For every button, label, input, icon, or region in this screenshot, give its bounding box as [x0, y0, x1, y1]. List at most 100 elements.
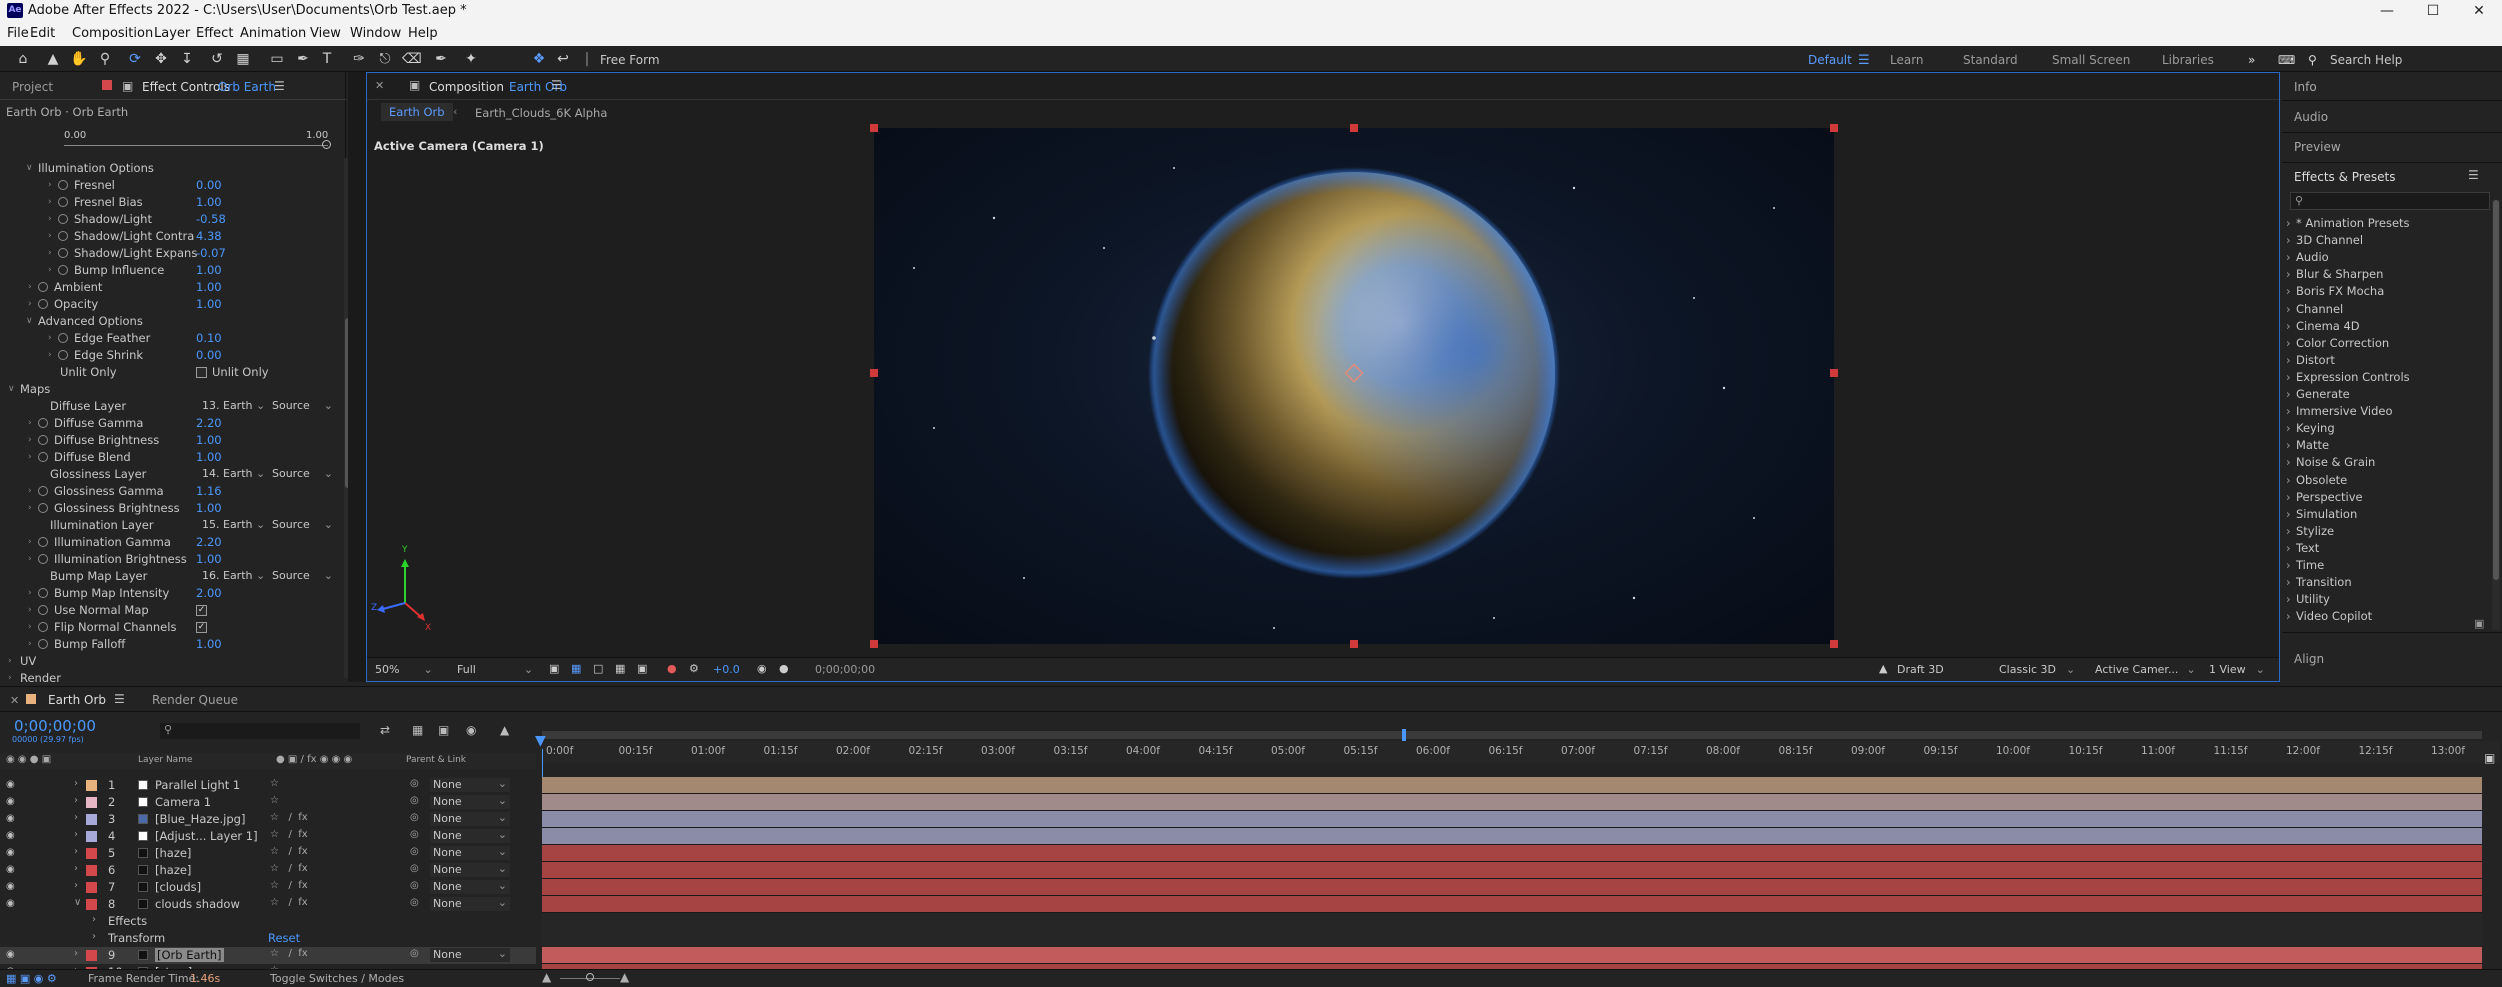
effect-param-value[interactable]: 2.20	[196, 416, 222, 430]
label-color-swatch[interactable]	[86, 950, 97, 961]
twirl-icon[interactable]: ›	[48, 265, 52, 275]
effect-param-value[interactable]: 1.00	[196, 297, 222, 311]
composition-tab-label[interactable]: Composition	[429, 80, 504, 94]
dolly-tool-icon[interactable]: ↧	[178, 50, 196, 68]
twirl-icon[interactable]: ›	[8, 656, 12, 666]
effect-category-item[interactable]: Noise & Grain	[2286, 455, 2375, 469]
effect-category-item[interactable]: Video Copilot	[2286, 609, 2372, 623]
twirl-icon[interactable]: ∨	[26, 316, 33, 326]
stopwatch-icon[interactable]	[38, 299, 48, 309]
align-panel-tab[interactable]: Align	[2294, 652, 2324, 666]
layer-dropdown[interactable]: 16. Earth ⌄	[202, 569, 265, 585]
stopwatch-icon[interactable]	[38, 605, 48, 615]
home-icon[interactable]: ⌂	[14, 50, 32, 68]
effect-row[interactable]: › Glossiness Gamma 1.16	[0, 483, 340, 500]
stopwatch-icon[interactable]	[38, 486, 48, 496]
effect-row[interactable]: › UV	[0, 653, 340, 670]
snapshot-icon[interactable]: ◉	[757, 662, 767, 678]
twirl-icon[interactable]: ›	[48, 333, 52, 343]
effect-category-item[interactable]: Color Correction	[2286, 336, 2389, 350]
effect-category-item[interactable]: Channel	[2286, 302, 2343, 316]
checkbox[interactable]: ✓	[196, 622, 207, 633]
effect-param-value[interactable]: 2.20	[196, 535, 222, 549]
parent-dropdown[interactable]: None ⌄	[430, 879, 510, 894]
visibility-eye-icon[interactable]: ◉	[6, 830, 15, 841]
twirl-icon[interactable]: ∨	[8, 384, 15, 394]
zoom-in-icon[interactable]: ▲	[620, 970, 629, 984]
layer-switches[interactable]: ☆ / fx	[270, 948, 308, 959]
layer-name-header[interactable]: Layer Name	[138, 755, 193, 765]
layer-duration-bar[interactable]	[542, 879, 2482, 896]
label-color-swatch[interactable]	[86, 814, 97, 825]
effect-lock-icon[interactable]	[102, 80, 112, 90]
layer-name[interactable]: [clouds]	[155, 880, 201, 894]
parent-dropdown[interactable]: None ⌄	[430, 777, 510, 792]
shy-icon[interactable]: ▣	[438, 723, 449, 737]
grid-options-icon[interactable]: ▦	[615, 662, 625, 678]
breadcrumb-other[interactable]: Earth_Clouds_6K Alpha	[475, 106, 607, 120]
layer-duration-bar[interactable]	[542, 811, 2482, 828]
twirl-icon[interactable]: ›	[92, 931, 96, 942]
stopwatch-icon[interactable]	[58, 248, 68, 258]
effect-category-item[interactable]: Expression Controls	[2286, 370, 2410, 384]
effects-panel-menu-icon[interactable]: ☰	[2468, 168, 2479, 182]
layer-duration-bar[interactable]	[542, 947, 2482, 964]
timeline-tab-render-queue[interactable]: Render Queue	[152, 693, 238, 707]
effect-param-value[interactable]: 4.38	[196, 229, 222, 243]
layer-switches[interactable]: ☆ / fx	[270, 863, 308, 874]
twirl-icon[interactable]: ›	[28, 503, 32, 513]
stopwatch-icon[interactable]	[38, 282, 48, 292]
layer-switches[interactable]: ☆ / fx	[270, 812, 308, 823]
effect-param-value[interactable]: 1.00	[196, 433, 222, 447]
layer-twirl-icon[interactable]: ›	[74, 863, 78, 874]
stopwatch-icon[interactable]	[38, 452, 48, 462]
motion-blur-icon[interactable]: ◉	[466, 723, 476, 737]
menu-effect[interactable]: Effect	[196, 26, 233, 41]
minimize-icon[interactable]: —	[2364, 0, 2410, 22]
timeline-end-handle-icon[interactable]: ▣	[2484, 751, 2495, 765]
parent-dropdown[interactable]: None ⌄	[430, 896, 510, 911]
workspace-small-screen[interactable]: Small Screen	[2052, 53, 2130, 67]
menu-help[interactable]: Help	[408, 26, 438, 41]
effects-search-input[interactable]: ⚲	[2290, 192, 2490, 210]
menu-layer[interactable]: Layer	[154, 26, 190, 41]
effect-category-item[interactable]: Simulation	[2286, 507, 2357, 521]
transform-group-row[interactable]: › Transform Reset	[0, 930, 536, 947]
layer-duration-bar[interactable]	[542, 777, 2482, 794]
twirl-icon[interactable]: ›	[28, 486, 32, 496]
twirl-icon[interactable]: ›	[48, 180, 52, 190]
layer-twirl-icon[interactable]: ›	[74, 812, 78, 823]
visibility-eye-icon[interactable]: ◉	[6, 847, 15, 858]
effect-row[interactable]: › Bump Influence 1.00	[0, 262, 340, 279]
layer-name[interactable]: clouds shadow	[155, 897, 240, 911]
twirl-icon[interactable]: ›	[28, 605, 32, 615]
stopwatch-icon[interactable]	[38, 418, 48, 428]
workspace-menu-icon[interactable]: ☰	[1858, 53, 1870, 68]
effect-param-value[interactable]: -0.58	[196, 212, 226, 226]
visibility-eye-icon[interactable]: ◉	[6, 813, 15, 824]
layer-twirl-icon[interactable]: ›	[74, 880, 78, 891]
roto-brush-tool-icon[interactable]: ✒	[432, 50, 450, 68]
eraser-tool-icon[interactable]: ⌫	[402, 50, 422, 68]
effect-category-item[interactable]: Stylize	[2286, 524, 2334, 538]
effect-row[interactable]: › Shadow/Light Contra 4.38	[0, 228, 340, 245]
viewer-timecode[interactable]: 0;00;00;00	[815, 663, 875, 679]
stopwatch-icon[interactable]	[38, 435, 48, 445]
layer-row[interactable]: ◉ › 4 [Adjust... Layer 1] ☆ / fx ◎ None ⌄	[0, 828, 536, 845]
label-color-swatch[interactable]	[86, 848, 97, 859]
effect-controls-target[interactable]: Orb Earth	[218, 80, 276, 94]
bounding-handle-bl[interactable]	[870, 640, 878, 648]
effect-category-item[interactable]: Cinema 4D	[2286, 319, 2360, 333]
source-dropdown[interactable]: Source ⌄	[272, 399, 333, 415]
effect-param-value[interactable]: 1.00	[196, 280, 222, 294]
show-snapshot-icon[interactable]: ●	[779, 662, 789, 678]
twirl-icon[interactable]: ›	[48, 214, 52, 224]
twirl-icon[interactable]: ›	[48, 248, 52, 258]
pen-tool-icon[interactable]: ✒	[294, 50, 312, 68]
menu-file[interactable]: File	[7, 26, 29, 41]
effect-category-item[interactable]: Text	[2286, 541, 2319, 555]
layer-duration-bar[interactable]	[542, 794, 2482, 811]
effect-param-value[interactable]: 2.00	[196, 586, 222, 600]
layer-name[interactable]: [haze]	[155, 846, 191, 860]
slider-handle[interactable]	[322, 140, 331, 149]
